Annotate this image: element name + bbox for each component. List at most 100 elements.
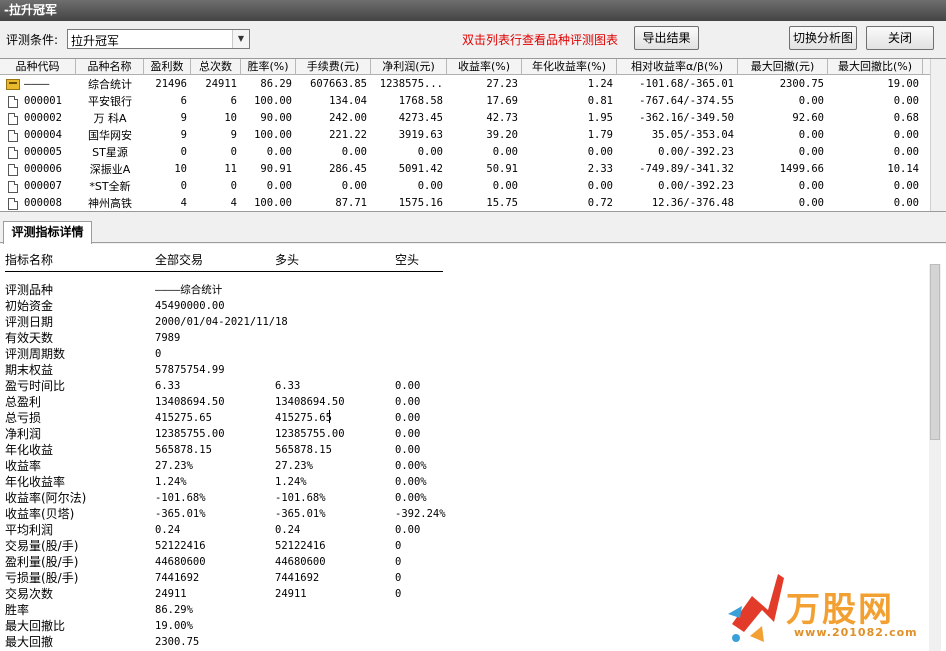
metric-row: 总盈利 13408694.50 13408694.50 0.00 <box>0 394 700 410</box>
metric-all: ————综合统计 <box>155 284 223 296</box>
metric-row: 交易次数 24911 24911 0 <box>0 586 700 602</box>
cell-code: 000004 <box>24 129 62 141</box>
table-row[interactable]: ———— 综合统计 21496 24911 86.29 607663.85 1238575.… <box>0 76 930 93</box>
metric-short: 0 <box>395 540 402 552</box>
cell-max-drawdown-ratio: 10.14 <box>887 163 919 175</box>
metric-name: 初始资金 <box>5 299 54 313</box>
metric-short: 0 <box>395 572 402 584</box>
header-col-code[interactable]: 品种代码 <box>0 59 76 75</box>
table-row[interactable]: 000005 ST星源 0 0 0.00 0.00 0.00 0.00 0.00 0.00/-39… <box>0 144 930 161</box>
cell-net-profit: 1768.58 <box>398 95 443 107</box>
detail-scrollbar-thumb[interactable] <box>930 264 940 440</box>
metric-name: 评测品种 <box>5 283 54 297</box>
metric-name: 胜率 <box>5 603 30 617</box>
header-col-annual-return[interactable]: 年化收益率(%) <box>522 59 617 75</box>
cell-win-count: 0 <box>180 180 187 192</box>
cell-win-rate: 0.00 <box>266 180 292 192</box>
header-col-max-drawdown[interactable]: 最大回撤(元) <box>738 59 828 75</box>
table-row[interactable]: 000001 平安银行 6 6 100.00 134.04 1768.58 17.69 0.81… <box>0 93 930 110</box>
chevron-down-icon[interactable]: ▼ <box>232 30 249 48</box>
metric-long: 6.33 <box>275 380 301 392</box>
cell-win-count: 9 <box>180 129 187 141</box>
header-col-win-count[interactable]: 盈利数 <box>144 59 191 75</box>
metric-long: 44680600 <box>275 556 326 568</box>
cell-net-profit: 0.00 <box>417 146 443 158</box>
header-col-name[interactable]: 品种名称 <box>76 59 144 75</box>
metric-all: -101.68% <box>155 492 206 504</box>
metric-all: 0 <box>155 348 162 360</box>
condition-select[interactable]: 拉升冠军 ▼ <box>67 29 250 49</box>
cell-max-drawdown: 0.00 <box>798 197 824 209</box>
cell-name: ST星源 <box>92 146 128 159</box>
header-col-total-count[interactable]: 总次数 <box>191 59 241 75</box>
cell-max-drawdown: 0.00 <box>798 95 824 107</box>
metric-long: 565878.15 <box>275 444 332 456</box>
metric-all: 57875754.99 <box>155 364 225 376</box>
table-row[interactable]: 000002 万 科A 9 10 90.00 242.00 4273.45 42.73 1.95… <box>0 110 930 127</box>
metric-name: 盈利量(股/手) <box>5 555 79 569</box>
cell-fee: 221.22 <box>329 129 367 141</box>
cell-max-drawdown-ratio: 0.00 <box>893 95 919 107</box>
metric-all: 24911 <box>155 588 187 600</box>
header-col-return[interactable]: 收益率(%) <box>447 59 522 75</box>
cell-total-count: 0 <box>230 146 237 158</box>
table-row[interactable]: 000007 *ST全新 0 0 0.00 0.00 0.00 0.00 0.00 0.00/-3… <box>0 178 930 195</box>
metric-all: 44680600 <box>155 556 206 568</box>
cell-win-rate: 90.91 <box>260 163 292 175</box>
metric-short: 0.00% <box>395 492 427 504</box>
metric-all: 2000/01/04-2021/11/18 <box>155 316 288 328</box>
table-row[interactable]: 000008 神州高铁 4 4 100.00 87.71 1575.16 15.75 0.72 1… <box>0 195 930 211</box>
cell-annual-return: 1.79 <box>587 129 613 141</box>
cell-name: 神州高铁 <box>88 197 132 210</box>
list-scrollbar[interactable] <box>930 59 946 211</box>
cell-fee: 0.00 <box>341 146 367 158</box>
close-button[interactable]: 关闭 <box>866 26 934 50</box>
metric-all: 1.24% <box>155 476 187 488</box>
metric-all: 565878.15 <box>155 444 212 456</box>
export-button[interactable]: 导出结果 <box>634 26 699 50</box>
cell-fee: 607663.85 <box>310 78 367 90</box>
cell-max-drawdown-ratio: 0.00 <box>893 197 919 209</box>
cell-annual-return: 2.33 <box>587 163 613 175</box>
cell-name: 平安银行 <box>88 95 132 108</box>
metric-row: 评测品种 ————综合统计 <box>0 282 700 298</box>
cell-max-drawdown-ratio: 0.00 <box>893 129 919 141</box>
metric-name: 收益率(阿尔法) <box>5 491 87 505</box>
metric-row: 收益率 27.23% 27.23% 0.00% <box>0 458 700 474</box>
header-col-win-rate[interactable]: 胜率(%) <box>241 59 296 75</box>
metric-all: 19.00% <box>155 620 193 632</box>
cell-win-count: 4 <box>180 197 187 209</box>
metric-short: 0.00% <box>395 476 427 488</box>
metric-all: 415275.65 <box>155 412 212 424</box>
cell-win-count: 0 <box>180 146 187 158</box>
cell-name: 深振业A <box>89 163 131 176</box>
cell-total-count: 11 <box>224 163 237 175</box>
header-col-fee[interactable]: 手续费(元) <box>296 59 371 75</box>
detail-header-all: 全部交易 <box>155 253 204 267</box>
header-col-relative-return[interactable]: 相对收益率α/β(%) <box>617 59 738 75</box>
cell-name: *ST全新 <box>89 180 131 193</box>
cell-max-drawdown: 0.00 <box>798 129 824 141</box>
metric-row: 净利润 12385755.00 12385755.00 0.00 <box>0 426 700 442</box>
cell-return: 0.00 <box>492 180 518 192</box>
metric-all: 45490000.00 <box>155 300 225 312</box>
cell-relative-return: -101.68/-365.01 <box>639 78 734 90</box>
table-row[interactable]: 000006 深振业A 10 11 90.91 286.45 5091.42 50.91 2.3… <box>0 161 930 178</box>
tab-metrics-detail[interactable]: 评测指标详情 <box>3 221 92 244</box>
cell-annual-return: 0.00 <box>587 146 613 158</box>
metric-name: 交易量(股/手) <box>5 539 79 553</box>
header-col-max-drawdown-ratio[interactable]: 最大回撤比(%) <box>828 59 923 75</box>
metric-all: 27.23% <box>155 460 193 472</box>
metric-long: 0.24 <box>275 524 301 536</box>
metric-row: 交易量(股/手) 52122416 52122416 0 <box>0 538 700 554</box>
metric-all: 7989 <box>155 332 181 344</box>
table-row[interactable]: 000004 国华网安 9 9 100.00 221.22 3919.63 39.20 1.79… <box>0 127 930 144</box>
metric-name: 有效天数 <box>5 331 54 345</box>
cell-code: 000008 <box>24 197 62 209</box>
cell-code: 000001 <box>24 95 62 107</box>
metric-row: 盈亏时间比 6.33 6.33 0.00 <box>0 378 700 394</box>
metric-long: 24911 <box>275 588 307 600</box>
switch-chart-button[interactable]: 切换分析图 <box>789 26 857 50</box>
cell-fee: 87.71 <box>335 197 367 209</box>
header-col-net-profit[interactable]: 净利润(元) <box>371 59 447 75</box>
